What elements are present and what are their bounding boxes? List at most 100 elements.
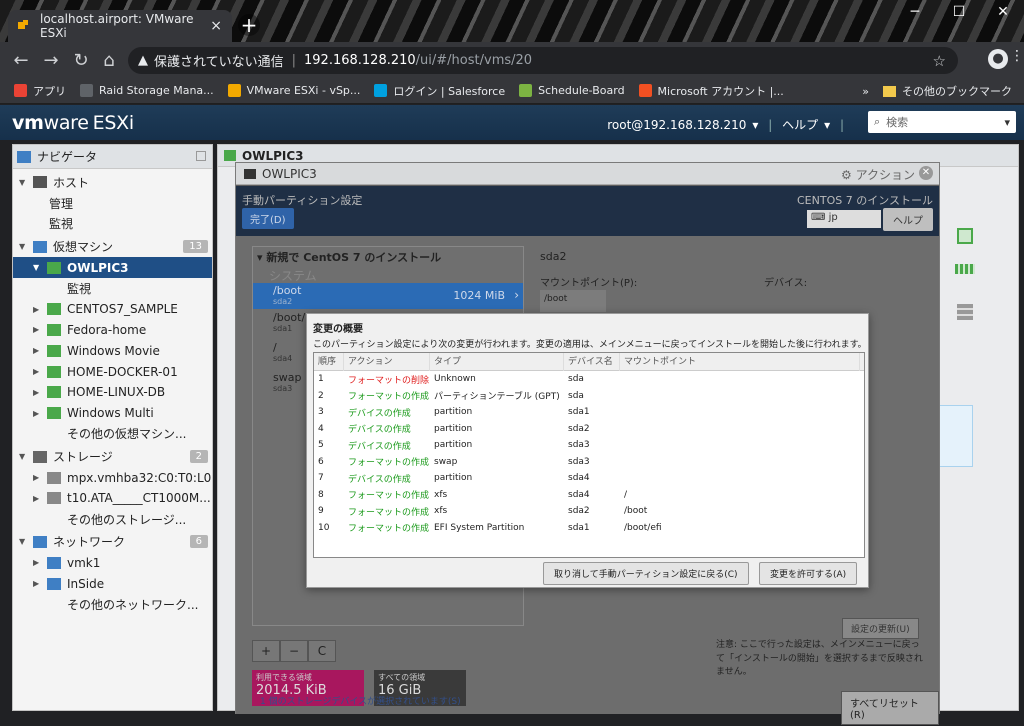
search-dropdown-icon[interactable]: ▾ — [1004, 116, 1010, 129]
navigator-item[interactable]: ▼ ネットワーク 6 — [13, 532, 212, 553]
bookmark-star-icon[interactable]: ☆ — [933, 52, 946, 70]
storage-selected-link[interactable]: 1 個のストレージデバイスが選択されています(S) — [260, 694, 461, 707]
expand-arrow-icon[interactable]: ▼ — [19, 452, 29, 461]
navigator-item[interactable]: その他のネットワーク... — [13, 594, 212, 615]
collapse-arrow-icon[interactable]: ▶ — [33, 367, 43, 376]
profile-avatar-icon[interactable]: ● — [988, 49, 1008, 69]
navigator-item[interactable]: ▼ ストレージ 2 — [13, 446, 212, 467]
bookmark-item[interactable]: VMware ESXi - vSp... — [227, 84, 361, 97]
expand-arrow-icon[interactable]: ▼ — [19, 537, 29, 546]
reload-icon[interactable]: ↻ — [70, 50, 92, 71]
navigator-item[interactable]: その他の仮想マシン... — [13, 424, 212, 445]
table-row: 8 フォーマットの作成 xfs sda4 / — [314, 487, 864, 504]
reset-all-button[interactable]: すべてリセット(R) — [841, 691, 939, 725]
expand-arrow-icon[interactable]: ▼ — [19, 242, 29, 251]
close-window-button[interactable]: ✕ — [988, 4, 1018, 20]
table-cell: sda3 — [568, 456, 590, 467]
navigator-item[interactable]: 管理 — [13, 193, 212, 214]
collapse-arrow-icon[interactable]: ▶ — [33, 558, 43, 567]
actions-menu[interactable]: ⚙ アクション — [841, 166, 915, 183]
keyboard-layout[interactable]: ⌨ jp — [807, 210, 881, 228]
address-bar[interactable]: ▲ 保護されていない通信 | 192.168.128.210 /ui/#/hos… — [128, 47, 958, 74]
navigator-item[interactable]: ▼ OWLPIC3 — [13, 257, 212, 278]
navigator-item[interactable]: ▼ 仮想マシン 13 — [13, 236, 212, 257]
add-partition-button[interactable]: + — [252, 640, 280, 662]
collapse-arrow-icon[interactable]: ▶ — [33, 473, 43, 482]
help-menu[interactable]: ヘルプ — [782, 118, 818, 132]
forward-arrow-icon[interactable]: → — [40, 50, 62, 71]
navigator-item[interactable]: ▶ Windows Movie — [13, 340, 212, 361]
search-input[interactable]: ⌕ 検索 ▾ — [868, 111, 1016, 133]
device-title: sda2 — [540, 250, 567, 263]
navigator-item[interactable]: ▶ mpx.vmhba32:C0:T0:L0 — [13, 467, 212, 488]
partition-item-boot[interactable]: /boot sda2 1024 MiB › — [253, 283, 523, 309]
accept-changes-button[interactable]: 変更を許可する(A) — [759, 562, 858, 585]
navigator-item[interactable]: ▶ vmk1 — [13, 552, 212, 573]
installer-note: 注意: ここで行った設定は、メインメニューに戻って「インストールの開始」を選択す… — [716, 640, 923, 677]
table-cell: sda — [568, 390, 584, 401]
partition-item-root[interactable]: / sda4 — [273, 341, 292, 363]
partition-item-swap[interactable]: swap sda3 — [273, 371, 301, 393]
bookmark-item[interactable]: Microsoft アカウント |... — [638, 83, 784, 99]
minimize-window-button[interactable]: ─ — [900, 4, 930, 20]
chevron-right-icon: › — [514, 288, 519, 302]
update-settings-button[interactable]: 設定の更新(U) — [842, 618, 919, 639]
other-bookmarks-label: その他のブックマーク — [902, 85, 1012, 98]
table-cell: partition — [434, 423, 473, 434]
collapse-arrow-icon[interactable]: ▶ — [33, 409, 43, 418]
expand-arrow-icon[interactable]: ▼ — [19, 178, 29, 187]
navigator-item[interactable]: ▶ InSide — [13, 573, 212, 594]
browser-menu-icon[interactable]: ⋮ — [1010, 48, 1024, 64]
bookmark-label: VMware ESXi - vSp... — [246, 84, 361, 97]
navigator-item[interactable]: ▼ ホスト — [13, 172, 212, 193]
other-bookmarks[interactable]: » その他のブックマーク — [862, 83, 1012, 99]
installer-help-button[interactable]: ヘルプ — [883, 208, 933, 231]
done-button[interactable]: 完了(D) — [242, 208, 294, 229]
back-arrow-icon[interactable]: ← — [10, 50, 32, 71]
close-console-icon[interactable]: ✕ — [919, 166, 933, 180]
table-cell: フォーマットの削除 — [348, 375, 430, 386]
navigator-item[interactable]: 監視 — [13, 214, 212, 235]
more-bookmarks-icon[interactable]: » — [862, 85, 869, 98]
navigator-item[interactable]: ▶ HOME-LINUX-DB — [13, 382, 212, 403]
refresh-button[interactable]: C — [308, 640, 336, 662]
navigator-item[interactable]: 監視 — [13, 278, 212, 299]
collapse-arrow-icon[interactable]: ▶ — [33, 346, 43, 355]
user-menu-caret-icon[interactable]: ▾ — [752, 118, 758, 132]
help-caret-icon[interactable]: ▾ — [824, 118, 830, 132]
user-menu[interactable]: root@192.168.128.210 — [607, 118, 746, 132]
close-tab-icon[interactable]: × — [210, 18, 222, 34]
remove-partition-button[interactable]: − — [280, 640, 308, 662]
collapse-arrow-icon[interactable]: ▶ — [33, 579, 43, 588]
devices-label: デバイス: — [764, 278, 808, 289]
new-tab-button[interactable]: + — [238, 14, 260, 36]
navigator-item[interactable]: その他のストレージ... — [13, 509, 212, 530]
table-cell: 9 — [318, 506, 324, 517]
cancel-button[interactable]: 取り消して手動パーティション設定に戻る(C) — [543, 562, 749, 585]
bookmark-item[interactable]: Schedule-Board — [519, 84, 625, 97]
warning-icon[interactable]: ▲ — [138, 53, 148, 68]
collapse-navigator-icon[interactable] — [196, 151, 206, 161]
table-row: 4 デバイスの作成 partition sda2 — [314, 421, 864, 438]
table-cell: デバイスの作成 — [348, 474, 411, 485]
collapse-arrow-icon[interactable]: ▶ — [33, 494, 43, 503]
bookmark-item[interactable]: ログイン | Salesforce — [374, 83, 505, 99]
bookmark-icon — [374, 84, 388, 97]
navigator-item[interactable]: ▶ Fedora-home — [13, 320, 212, 341]
navigator-item[interactable]: ▶ HOME-DOCKER-01 — [13, 361, 212, 382]
bookmark-item[interactable]: Raid Storage Mana... — [80, 84, 214, 97]
collapse-arrow-icon[interactable]: ▶ — [33, 388, 43, 397]
mount-point-input[interactable]: /boot — [540, 290, 606, 312]
expand-arrow-icon[interactable]: ▼ — [33, 263, 43, 272]
bookmark-item[interactable]: アプリ — [14, 83, 66, 99]
navigator-item[interactable]: ▶ CENTOS7_SAMPLE — [13, 299, 212, 320]
navigator-item[interactable]: ▶ t10.ATA_____CT1000M... — [13, 488, 212, 509]
collapse-arrow-icon[interactable]: ▶ — [33, 305, 43, 314]
collapse-arrow-icon[interactable]: ▶ — [33, 325, 43, 334]
table-cell: Unknown — [434, 374, 476, 385]
new-install-group[interactable]: ▾ 新規で CentOS 7 のインストール — [257, 249, 441, 265]
browser-tab[interactable]: localhost.airport: VMware ESXi × — [8, 10, 232, 42]
maximize-window-button[interactable]: ☐ — [944, 4, 974, 20]
navigator-item[interactable]: ▶ Windows Multi — [13, 403, 212, 424]
home-icon[interactable]: ⌂ — [98, 50, 120, 71]
